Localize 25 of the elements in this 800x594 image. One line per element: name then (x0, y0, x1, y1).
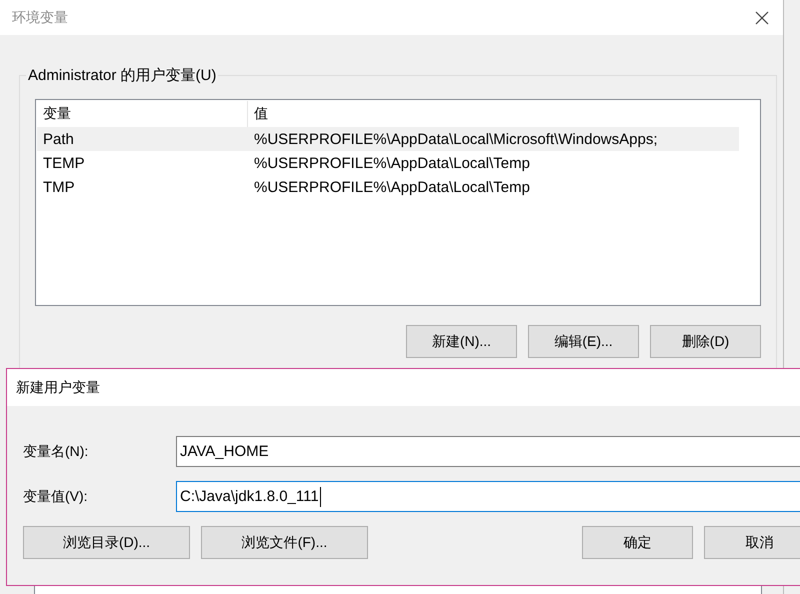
dialog-title: 新建用户变量 (16, 378, 100, 396)
field-label: 变量名(N): (23, 442, 90, 460)
variable-value: %USERPROFILE%\AppData\Local\Temp (253, 178, 530, 196)
variable-value: %USERPROFILE%\AppData\Local\Temp (253, 154, 530, 172)
action-button[interactable]: 新建(N)... (406, 325, 517, 358)
dialog-button[interactable]: 确定 (582, 526, 693, 559)
input-field[interactable]: JAVA_HOME (176, 436, 800, 467)
field-label: 变量值(V): (23, 488, 89, 506)
dialog-button[interactable]: 取消 (704, 526, 800, 559)
browse-button[interactable]: 浏览文件(F)... (201, 526, 368, 559)
group-label: Administrator 的用户变量(U) (26, 66, 218, 85)
column-header[interactable]: 值 (248, 101, 268, 127)
list-row[interactable]: TEMP %USERPROFILE%\AppData\Local\Temp (37, 151, 739, 175)
list-row[interactable]: Path %USERPROFILE%\AppData\Local\Microsoft\WindowsApps; (37, 127, 739, 151)
variable-name: Path (42, 130, 75, 148)
action-button[interactable]: 编辑(E)... (528, 325, 639, 358)
browse-button[interactable]: 浏览目录(D)... (23, 526, 190, 559)
variable-value: %USERPROFILE%\AppData\Local\Microsoft\WindowsApps; (253, 130, 658, 148)
window-title: 环境变量 (12, 8, 68, 26)
close-icon[interactable] (755, 10, 769, 24)
variable-name: TEMP (42, 154, 86, 172)
input-field[interactable]: C:\Java\jdk1.8.0_111 (176, 481, 800, 512)
list-row[interactable]: TMP %USERPROFILE%\AppData\Local\Temp (37, 175, 739, 199)
variable-name: TMP (42, 178, 76, 196)
action-button[interactable]: 删除(D) (650, 325, 761, 358)
